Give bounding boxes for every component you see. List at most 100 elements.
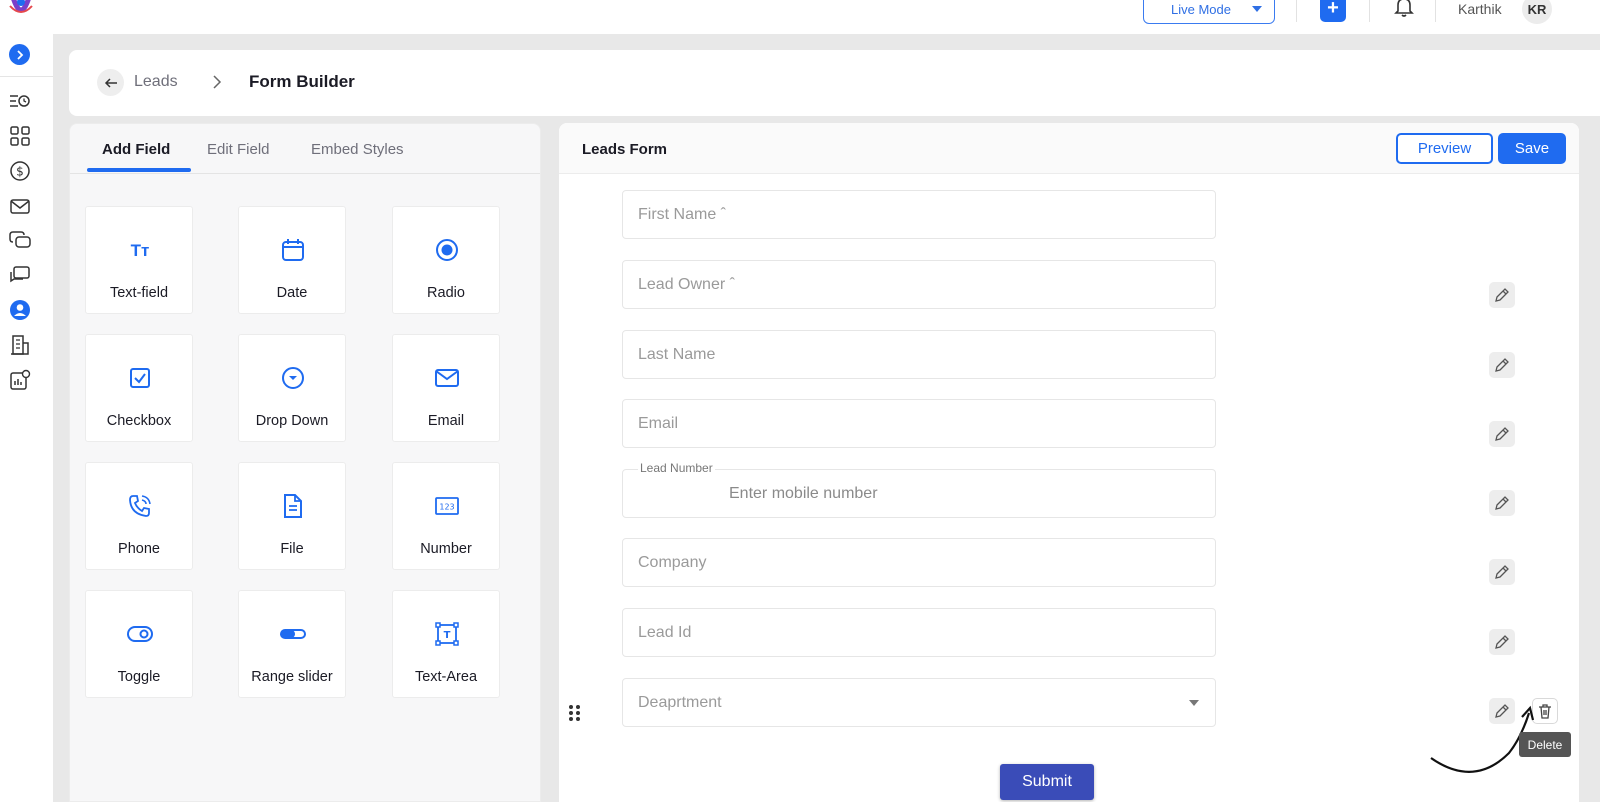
- pencil-icon: [1495, 635, 1509, 649]
- form-field-lead-number[interactable]: Enter mobile number: [622, 469, 1216, 518]
- divider: [1435, 0, 1436, 22]
- email-icon: [434, 365, 460, 391]
- tab-bar: Add Field Edit Field Embed Styles: [70, 124, 540, 174]
- live-mode-dropdown[interactable]: Live Mode: [1143, 0, 1275, 24]
- list-clock-icon[interactable]: [9, 90, 31, 112]
- field-tile-label: Checkbox: [106, 413, 172, 429]
- form-title: Leads Form: [582, 141, 668, 158]
- breadcrumb-link-leads[interactable]: Leads: [134, 73, 178, 91]
- field-tile-number[interactable]: 123 Number: [392, 462, 500, 570]
- submit-button[interactable]: Submit: [1000, 764, 1094, 800]
- messages-icon[interactable]: [9, 264, 31, 286]
- field-tile-label: Radio: [427, 285, 465, 301]
- field-tile-text-area[interactable]: T Text-Area: [392, 590, 500, 698]
- field-tile-label: Range slider: [251, 669, 333, 685]
- tab-add-field[interactable]: Add Field: [102, 141, 170, 158]
- field-tile-range-slider[interactable]: Range slider: [238, 590, 346, 698]
- chat-bubbles-icon[interactable]: [9, 229, 31, 251]
- radio-icon: [434, 237, 460, 263]
- form-preview-panel: Leads Form Preview Save First Name ˆ Lea…: [559, 123, 1579, 802]
- building-icon[interactable]: [9, 334, 31, 356]
- field-tile-label: Phone: [118, 541, 160, 557]
- field-tile-radio[interactable]: Radio: [392, 206, 500, 314]
- analytics-settings-icon[interactable]: [9, 369, 31, 391]
- bell-icon[interactable]: [1393, 0, 1415, 18]
- pencil-icon: [1495, 427, 1509, 441]
- field-placeholder: Deaprtment: [638, 694, 722, 711]
- edit-field-button[interactable]: [1489, 559, 1515, 585]
- field-placeholder: Enter mobile number: [729, 485, 878, 502]
- add-button[interactable]: +: [1320, 0, 1346, 22]
- tab-edit-field[interactable]: Edit Field: [207, 141, 270, 158]
- sidebar: $: [0, 34, 53, 802]
- back-button[interactable]: [97, 69, 124, 96]
- edit-field-button[interactable]: [1489, 629, 1515, 655]
- form-field-lead-owner[interactable]: Lead Owner ˆ: [622, 260, 1216, 309]
- field-placeholder: Company: [638, 554, 707, 571]
- drag-handle-icon[interactable]: [567, 703, 583, 723]
- breadcrumb: Leads Form Builder: [69, 50, 1600, 116]
- page-title: Form Builder: [249, 72, 355, 91]
- field-tile-toggle[interactable]: Toggle: [85, 590, 193, 698]
- edit-field-button[interactable]: [1489, 352, 1515, 378]
- divider: [0, 76, 53, 77]
- form-field-department-select[interactable]: Deaprtment: [622, 678, 1216, 727]
- dollar-icon[interactable]: $: [9, 160, 31, 182]
- chevron-right-icon: [16, 49, 23, 60]
- grid-icon[interactable]: [9, 125, 31, 147]
- divider: [1369, 0, 1370, 22]
- text-icon: Tт: [127, 237, 153, 263]
- field-tile-label: Number: [420, 541, 472, 557]
- form-field-last-name[interactable]: Last Name: [622, 330, 1216, 379]
- caret-down-icon: [1189, 700, 1199, 706]
- user-circle-icon[interactable]: [9, 299, 31, 321]
- avatar[interactable]: KR: [1522, 0, 1552, 24]
- field-tile-text-field[interactable]: Tт Text-field: [85, 206, 193, 314]
- field-placeholder: Lead Owner ˆ: [638, 276, 735, 293]
- save-button[interactable]: Save: [1498, 133, 1566, 164]
- form-field-email[interactable]: Email: [622, 399, 1216, 448]
- field-placeholder: Email: [638, 415, 679, 432]
- file-icon: [280, 493, 306, 519]
- field-tile-file[interactable]: File: [238, 462, 346, 570]
- field-tile-drop-down[interactable]: Drop Down: [238, 334, 346, 442]
- form-field-company[interactable]: Company: [622, 538, 1216, 587]
- field-tile-email[interactable]: Email: [392, 334, 500, 442]
- text-area-icon: T: [434, 621, 460, 647]
- calendar-icon: [280, 237, 306, 263]
- field-tile-label: Toggle: [117, 669, 161, 685]
- user-name[interactable]: Karthik: [1458, 1, 1502, 17]
- edit-field-button[interactable]: [1489, 421, 1515, 447]
- app-logo-icon[interactable]: [6, 0, 36, 22]
- field-tile-label: Text-Area: [414, 669, 478, 685]
- pencil-icon: [1495, 496, 1509, 510]
- edit-field-button[interactable]: [1489, 490, 1515, 516]
- field-tile-label: Date: [276, 285, 308, 301]
- field-tile-checkbox[interactable]: Checkbox: [85, 334, 193, 442]
- arrow-left-icon: [104, 77, 117, 88]
- svg-text:123: 123: [439, 503, 454, 512]
- sidebar-expand-button[interactable]: [9, 44, 30, 65]
- form-header: Leads Form Preview Save: [559, 123, 1579, 174]
- field-tile-date[interactable]: Date: [238, 206, 346, 314]
- form-field-lead-id[interactable]: Lead Id: [622, 608, 1216, 657]
- field-palette-panel: Add Field Edit Field Embed Styles Tт Tex…: [69, 123, 541, 802]
- pencil-icon: [1495, 288, 1509, 302]
- field-floating-label: Lead Number: [638, 461, 715, 475]
- pencil-icon: [1495, 358, 1509, 372]
- field-tile-phone[interactable]: Phone: [85, 462, 193, 570]
- live-mode-label: Live Mode: [1171, 1, 1231, 17]
- checkbox-icon: [127, 365, 153, 391]
- edit-field-button[interactable]: [1489, 282, 1515, 308]
- dropdown-icon: [280, 365, 306, 391]
- number-icon: 123: [434, 493, 460, 519]
- tab-embed-styles[interactable]: Embed Styles: [311, 141, 404, 158]
- mail-icon[interactable]: [9, 195, 31, 217]
- range-slider-icon: [280, 621, 306, 647]
- field-placeholder: Last Name: [638, 346, 716, 363]
- field-placeholder: First Name ˆ: [638, 206, 726, 223]
- chevron-right-icon: [213, 75, 222, 89]
- pencil-icon: [1495, 565, 1509, 579]
- form-field-first-name[interactable]: First Name ˆ: [622, 190, 1216, 239]
- preview-button[interactable]: Preview: [1396, 133, 1493, 164]
